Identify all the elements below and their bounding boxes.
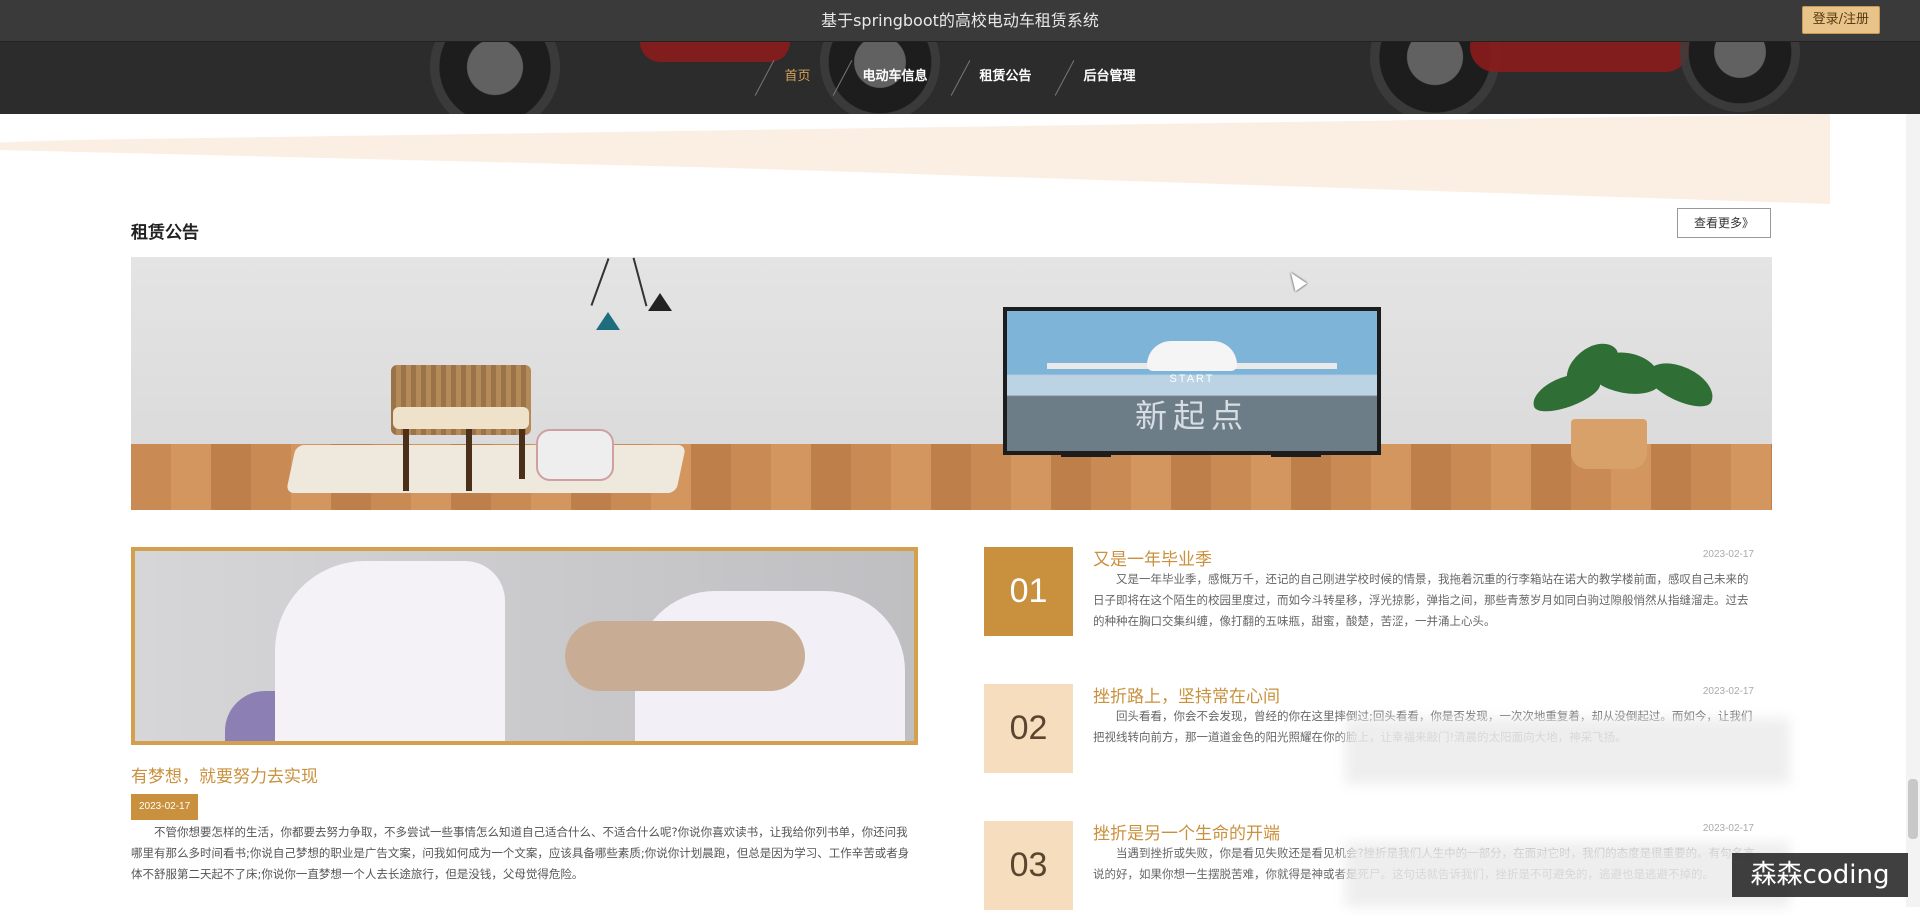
lamp-wire — [590, 258, 610, 306]
lamp-icon — [596, 312, 620, 330]
rug — [285, 445, 687, 493]
chair-leg — [403, 429, 409, 491]
plant-leaf — [1642, 353, 1720, 415]
lamp-icon — [648, 293, 672, 311]
watermark: 森森coding — [1732, 853, 1908, 897]
airplane-icon — [1147, 341, 1237, 371]
top-bar: 基于springboot的高校电动车租赁系统 登录/注册 — [0, 0, 1920, 42]
lamp-wire — [632, 257, 648, 307]
news-number: 02 — [984, 684, 1073, 773]
scrollbar[interactable] — [1906, 114, 1920, 907]
news-title[interactable]: 挫折路上，坚持常在心间 — [1093, 682, 1280, 707]
news-number: 03 — [984, 821, 1073, 910]
plant-pot — [1571, 419, 1647, 469]
decorative-band — [0, 114, 1830, 204]
tv-caption: 新起点 — [1134, 397, 1249, 435]
scrollbar-thumb[interactable] — [1908, 779, 1918, 839]
nav-rental-notice[interactable]: 租赁公告 — [954, 50, 1058, 104]
news-summary: 又是一年毕业季，感慨万千，还记的自己刚进学校时候的情景，我拖着沉重的行李箱站在诺… — [1093, 572, 1749, 628]
nav-home[interactable]: 首页 — [758, 50, 836, 104]
chair-leg — [466, 429, 472, 491]
armchair-cushion — [393, 407, 529, 429]
login-register-button[interactable]: 登录/注册 — [1801, 6, 1880, 34]
tv-screen: START 新起点 — [1003, 307, 1381, 455]
news-number: 01 — [984, 547, 1073, 636]
section-title: 租赁公告 — [131, 223, 199, 243]
blur-overlay — [1345, 718, 1790, 784]
scooter-seat — [565, 621, 805, 691]
news-date: 2023-02-17 — [1702, 549, 1754, 560]
news-item[interactable]: 01 又是一年毕业季 2023-02-17 又是一年毕业季，感慨万千，还记的自己… — [984, 547, 1772, 642]
news-date: 2023-02-17 — [1702, 823, 1754, 834]
featured-article-title[interactable]: 有梦想，就要努力去实现 — [131, 762, 318, 787]
tv-stand — [1061, 453, 1111, 457]
site-title: 基于springboot的高校电动车租赁系统 — [821, 11, 1099, 30]
featured-article-date: 2023-02-17 — [131, 794, 199, 820]
featured-article-image[interactable] — [131, 547, 918, 745]
featured-article-summary: 不管你想要怎样的生活，你都要去努力争取，不多尝试一些事情怎么知道自己适合什么、不… — [131, 825, 910, 881]
nav-admin[interactable]: 后台管理 — [1058, 50, 1162, 104]
main-nav: 首页 电动车信息 租赁公告 后台管理 — [0, 50, 1920, 90]
news-date: 2023-02-17 — [1702, 686, 1754, 697]
news-title[interactable]: 挫折是另一个生命的开端 — [1093, 819, 1280, 844]
news-title[interactable]: 又是一年毕业季 — [1093, 545, 1212, 570]
scooter-front — [275, 561, 505, 741]
tv-start-text: START — [1169, 373, 1215, 385]
chair-leg — [519, 429, 525, 479]
blur-overlay — [1345, 842, 1790, 907]
nav-vehicle-info[interactable]: 电动车信息 — [836, 50, 953, 104]
cat-pillow — [536, 429, 614, 481]
tv-stand — [1271, 453, 1321, 457]
view-more-button[interactable]: 查看更多》 — [1677, 208, 1771, 238]
notice-banner-image: START 新起点 — [131, 257, 1772, 510]
